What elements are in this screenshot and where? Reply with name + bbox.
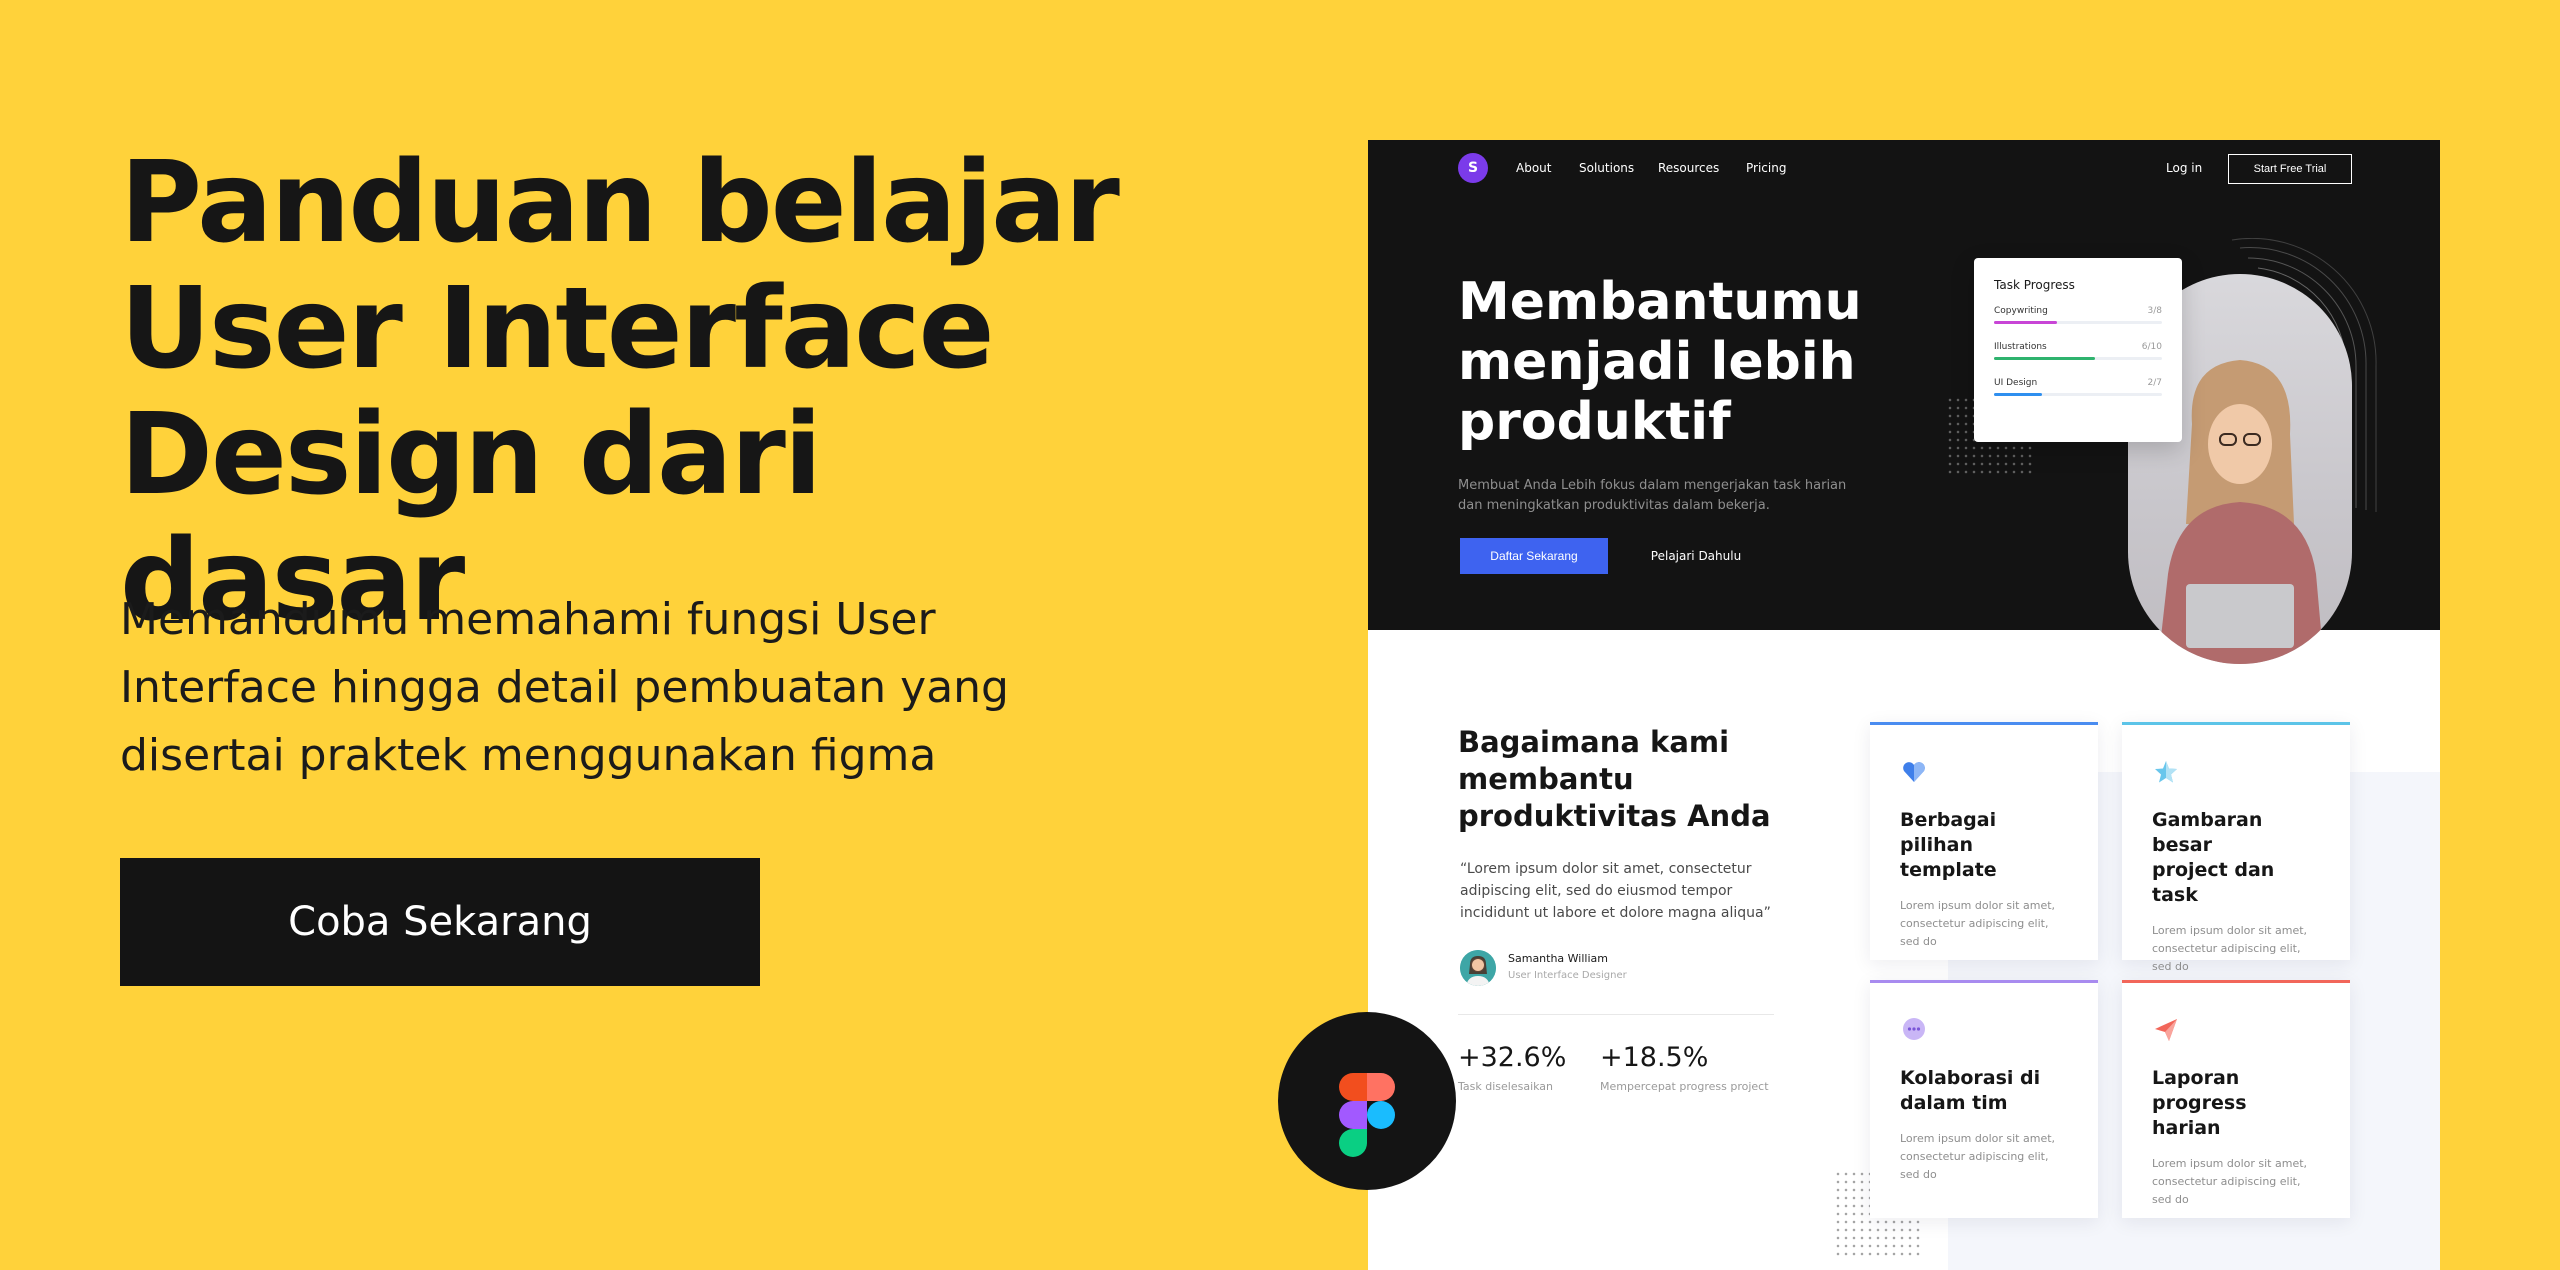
progress-bar-fill — [1994, 321, 2057, 324]
progress-bar-fill — [1994, 357, 2095, 360]
card-accent-line — [1870, 980, 2098, 983]
promo-subtitle: Memandumu memahami fungsi User Interface… — [120, 594, 1009, 781]
task-progress-title: Task Progress — [1994, 278, 2075, 292]
task-label: UI Design — [1994, 378, 2038, 388]
task-label: Copywriting — [1994, 306, 2048, 316]
hero-title: Membantumu menjadi lebih produktif — [1458, 272, 1862, 452]
feature-description: Lorem ipsum dolor sit amet, consectetur … — [1900, 1132, 2056, 1181]
avatar — [1460, 950, 1496, 986]
feature-title: Berbagai pilihan template — [1900, 809, 1997, 881]
feature-description: Lorem ipsum dolor sit amet, consectetur … — [1900, 899, 2056, 948]
nav-link-resources[interactable]: Resources — [1658, 161, 1719, 175]
hero-description: Membuat Anda Lebih fokus dalam mengerjak… — [1458, 478, 1847, 513]
learn-first-button[interactable]: Pelajari Dahulu — [1636, 538, 1756, 574]
task-row-ui-design: UI Design 2/7 — [1994, 378, 2162, 396]
task-count: 3/8 — [2147, 306, 2162, 316]
heart-icon — [1903, 762, 1925, 782]
stat-value-tasks: +32.6% — [1458, 1042, 1567, 1073]
brand-logo[interactable]: S — [1458, 153, 1488, 183]
author-name: Samantha William — [1508, 952, 1608, 965]
register-now-button[interactable]: Daftar Sekarang — [1460, 538, 1608, 574]
figma-badge — [1278, 1012, 1456, 1190]
promo-title: Panduan belajar User Interface Design da… — [120, 138, 1120, 646]
testimonial-quote: “Lorem ipsum dolor sit amet, consectetur… — [1460, 861, 1771, 921]
card-accent-line — [2122, 980, 2350, 983]
feature-description: Lorem ipsum dolor sit amet, consectetur … — [2152, 924, 2308, 973]
section-title: Bagaimana kami membantu produktivitas An… — [1458, 725, 1771, 833]
login-link[interactable]: Log in — [2166, 161, 2202, 175]
task-row-copywriting: Copywriting 3/8 — [1994, 306, 2162, 324]
card-accent-line — [1870, 722, 2098, 725]
start-free-trial-button[interactable]: Start Free Trial — [2228, 154, 2352, 184]
card-accent-line — [2122, 722, 2350, 725]
feature-description: Lorem ipsum dolor sit amet, consectetur … — [2152, 1157, 2308, 1206]
figma-logo-icon — [1339, 1073, 1395, 1157]
stat-value-speed: +18.5% — [1600, 1042, 1709, 1073]
try-now-button[interactable]: Coba Sekarang — [120, 858, 760, 986]
chat-bubble-icon — [1903, 1018, 1925, 1040]
task-count: 2/7 — [2147, 378, 2162, 388]
send-icon — [2155, 1019, 2177, 1041]
star-icon — [2155, 761, 2177, 783]
divider — [1458, 1014, 1774, 1015]
author-role: User Interface Designer — [1508, 970, 1627, 981]
task-row-illustrations: Illustrations 6/10 — [1994, 342, 2162, 360]
feature-card-collaboration[interactable]: Kolaborasi di dalam tim Lorem ipsum dolo… — [1870, 980, 2098, 1218]
website-mockup: S About Solutions Resources Pricing Log … — [1368, 140, 2440, 1270]
progress-bar-fill — [1994, 393, 2043, 396]
task-progress-card: Task Progress Copywriting 3/8 Illustrati… — [1974, 258, 2182, 442]
feature-card-project-overview[interactable]: Gambaran besar project dan task Lorem ip… — [2122, 722, 2350, 973]
feature-card-templates[interactable]: Berbagai pilihan template Lorem ipsum do… — [1870, 722, 2098, 960]
nav-link-solutions[interactable]: Solutions — [1579, 161, 1634, 175]
stat-label-tasks: Task diselesaikan — [1458, 1080, 1554, 1093]
feature-title: Laporan progress harian — [2152, 1067, 2247, 1139]
feature-title: Gambaran besar project dan task — [2152, 809, 2275, 906]
task-count: 6/10 — [2141, 342, 2162, 352]
nav-link-about[interactable]: About — [1516, 161, 1551, 175]
feature-card-daily-report[interactable]: Laporan progress harian Lorem ipsum dolo… — [2122, 980, 2350, 1218]
hero-section: S About Solutions Resources Pricing Log … — [1368, 140, 2440, 664]
feature-title: Kolaborasi di dalam tim — [1900, 1067, 2041, 1114]
stat-label-speed: Mempercepat progress project — [1600, 1080, 1769, 1093]
nav-link-pricing[interactable]: Pricing — [1746, 161, 1786, 175]
task-label: Illustrations — [1994, 342, 2047, 352]
